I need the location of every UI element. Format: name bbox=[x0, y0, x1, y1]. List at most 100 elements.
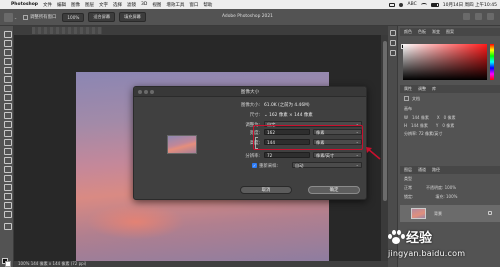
menu-image[interactable]: 图像 bbox=[71, 2, 80, 8]
menu-layer[interactable]: 图层 bbox=[85, 2, 94, 8]
blend-mode-select[interactable]: 正常 bbox=[404, 185, 412, 191]
control-center-icon[interactable] bbox=[399, 2, 404, 7]
shape-tool-icon[interactable] bbox=[3, 192, 12, 200]
blur-tool-icon[interactable] bbox=[3, 147, 12, 155]
resample-checkbox[interactable]: ✓ bbox=[252, 163, 257, 168]
frame-tool-icon[interactable] bbox=[3, 75, 12, 83]
app-menu[interactable]: Photoshop bbox=[11, 2, 38, 7]
tab-patterns[interactable]: 图案 bbox=[446, 29, 454, 35]
clock[interactable]: 10月14日 周四 上午10:45 bbox=[443, 2, 497, 8]
lasso-tool-icon[interactable] bbox=[3, 48, 12, 56]
search-icon[interactable] bbox=[463, 13, 470, 20]
tab-layers[interactable]: 图层 bbox=[404, 167, 412, 173]
menu-help[interactable]: 帮助 bbox=[203, 2, 212, 8]
y-value[interactable]: 0 像素 bbox=[442, 123, 454, 129]
history-icon[interactable] bbox=[390, 30, 396, 36]
zoom-tool-icon[interactable] bbox=[3, 210, 12, 218]
color-field[interactable] bbox=[403, 44, 487, 80]
move-tool-icon[interactable] bbox=[3, 30, 12, 38]
watermark-url: jingyan.baidu.com bbox=[388, 249, 466, 258]
layer-filter-row: 类型 bbox=[400, 175, 500, 182]
width-value[interactable]: 144 像素 bbox=[412, 115, 429, 121]
ok-button[interactable]: 确定 bbox=[308, 186, 360, 194]
resample-select[interactable]: 自动 bbox=[292, 162, 362, 168]
menu-view[interactable]: 视图 bbox=[152, 2, 161, 8]
menu-edit[interactable]: 编辑 bbox=[57, 2, 66, 8]
gradient-tool-icon[interactable] bbox=[3, 138, 12, 146]
resolution-input[interactable]: 72 bbox=[264, 152, 310, 158]
fill-screen-button[interactable]: 填充屏幕 bbox=[119, 12, 146, 22]
battery-icon[interactable] bbox=[430, 2, 439, 7]
menu-3d[interactable]: 3D bbox=[141, 2, 147, 7]
document-tab[interactable] bbox=[14, 26, 388, 35]
history-brush-tool-icon[interactable] bbox=[3, 120, 12, 128]
image-size-value: 61.0K (之前为 4.46M) bbox=[264, 103, 310, 108]
quick-select-tool-icon[interactable] bbox=[3, 57, 12, 65]
resolution-unit-select[interactable]: 像素/英寸 bbox=[313, 152, 362, 158]
options-right bbox=[463, 13, 494, 20]
menu-select[interactable]: 选择 bbox=[113, 2, 122, 8]
resample-label: 重新采样: bbox=[259, 164, 279, 169]
dimensions-value[interactable]: ⌄ 162 像素 × 144 像素 bbox=[264, 112, 313, 118]
menu-file[interactable]: 文件 bbox=[43, 2, 52, 8]
tab-color[interactable]: 颜色 bbox=[404, 29, 412, 35]
dodge-tool-icon[interactable] bbox=[3, 156, 12, 164]
dialog-titlebar[interactable]: 图像大小 bbox=[134, 87, 366, 97]
scrollbar-thumb[interactable] bbox=[382, 41, 387, 201]
tools-panel bbox=[0, 26, 14, 267]
document-icon bbox=[404, 96, 409, 101]
fit-screen-button[interactable]: 适合屏幕 bbox=[88, 12, 116, 22]
brush-tool-icon[interactable] bbox=[3, 102, 12, 110]
lock-label: 锁定: bbox=[404, 193, 414, 199]
resolution-label: 分辨率: bbox=[245, 154, 260, 159]
healing-tool-icon[interactable] bbox=[3, 93, 12, 101]
tab-adjustments[interactable]: 调整 bbox=[418, 86, 426, 92]
menu-filter[interactable]: 滤镜 bbox=[127, 2, 136, 8]
wifi-icon[interactable] bbox=[420, 2, 427, 7]
height-value[interactable]: 144 像素 bbox=[411, 123, 428, 129]
menu-type[interactable]: 文字 bbox=[99, 2, 108, 8]
share-icon[interactable] bbox=[487, 13, 494, 20]
watermark-brand: 经验 bbox=[406, 231, 433, 246]
pen-tool-icon[interactable] bbox=[3, 165, 12, 173]
resize-windows-checkbox[interactable] bbox=[23, 14, 28, 20]
chevron-down-icon[interactable]: ⌄ bbox=[13, 15, 18, 20]
layer-thumbnail[interactable] bbox=[411, 208, 426, 219]
screen-icon[interactable] bbox=[389, 2, 396, 7]
menu-plugins[interactable]: 增效工具 bbox=[166, 2, 184, 8]
more-tools-icon[interactable] bbox=[3, 222, 12, 230]
stamp-tool-icon[interactable] bbox=[3, 111, 12, 119]
crop-tool-icon[interactable] bbox=[3, 66, 12, 74]
input-method-label[interactable]: ABC bbox=[407, 2, 416, 7]
lock-row: 锁定: 填充: 100% bbox=[400, 193, 500, 200]
marquee-tool-icon[interactable] bbox=[3, 39, 12, 47]
menu-window[interactable]: 窗口 bbox=[189, 2, 198, 8]
tab-swatches[interactable]: 色板 bbox=[418, 29, 426, 35]
zoom-tool-icon[interactable] bbox=[4, 12, 13, 22]
tab-libraries[interactable]: 库 bbox=[432, 86, 436, 92]
eyedropper-tool-icon[interactable] bbox=[3, 84, 12, 92]
canvas-section[interactable]: 画布 bbox=[400, 105, 500, 112]
tab-channels[interactable]: 通道 bbox=[418, 167, 426, 173]
tab-gradients[interactable]: 渐变 bbox=[432, 29, 440, 35]
hue-slider[interactable] bbox=[490, 44, 494, 80]
x-value[interactable]: 0 像素 bbox=[444, 115, 456, 121]
eraser-tool-icon[interactable] bbox=[3, 129, 12, 137]
image-preview[interactable] bbox=[167, 135, 197, 154]
tab-paths[interactable]: 路径 bbox=[432, 167, 440, 173]
tab-properties[interactable]: 属性 bbox=[404, 86, 412, 92]
workspace-icon[interactable] bbox=[475, 13, 482, 20]
zoom-100-button[interactable]: 100% bbox=[62, 12, 85, 22]
fill-field[interactable]: 填充: 100% bbox=[435, 194, 457, 200]
layer-kind-select[interactable]: 类型 bbox=[404, 176, 412, 182]
opacity-field[interactable]: 不透明度: 100% bbox=[426, 185, 456, 191]
properties-panel-tabs: 属性 调整 库 bbox=[400, 85, 500, 93]
adjustments-icon[interactable] bbox=[390, 50, 396, 56]
properties-icon[interactable] bbox=[390, 40, 396, 46]
cancel-button[interactable]: 取消 bbox=[240, 186, 292, 194]
hand-tool-icon[interactable] bbox=[3, 201, 12, 209]
layers-panel-tabs: 图层 通道 路径 bbox=[400, 166, 500, 174]
type-tool-icon[interactable] bbox=[3, 174, 12, 182]
path-select-tool-icon[interactable] bbox=[3, 183, 12, 191]
background-color-swatch[interactable] bbox=[5, 261, 11, 267]
